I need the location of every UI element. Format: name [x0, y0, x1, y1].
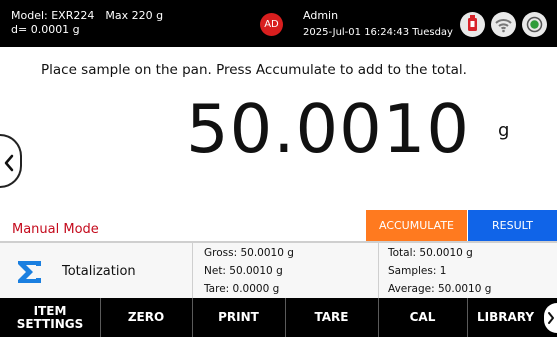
library-button[interactable]: LIBRARY [467, 298, 544, 337]
print-button[interactable]: PRINT [192, 298, 285, 337]
instruction-text: Place sample on the pan. Press Accumulat… [41, 62, 467, 78]
user-info: Admin 2025-Jul-01 16:24:43 Tuesday [303, 9, 453, 40]
left-panel-toggle[interactable] [0, 134, 22, 188]
totals-column: Total: 50.0010 g Samples: 1 Average: 50.… [388, 244, 491, 298]
totalization-label: Totalization [62, 264, 136, 279]
item-settings-label-line2: SETTINGS [16, 316, 84, 331]
total-value: Total: 50.0010 g [388, 247, 473, 259]
tare-button[interactable]: TARE [285, 298, 378, 337]
mode-label: Manual Mode [12, 222, 99, 237]
wifi-icon[interactable] [491, 12, 516, 37]
avatar[interactable]: AD [260, 13, 283, 36]
status-bar: Model: EXR224 Max 220 g d= 0.0001 g AD Ad… [0, 0, 557, 47]
cal-button[interactable]: CAL [378, 298, 467, 337]
divider [192, 243, 193, 298]
user-name: Admin [303, 9, 339, 22]
result-button[interactable]: RESULT [468, 210, 557, 241]
max-capacity-label: Max 220 g [105, 9, 164, 22]
average-value: Average: 50.0010 g [388, 283, 492, 295]
target-icon[interactable] [522, 12, 547, 37]
balance-screen: Model: EXR224 Max 220 g d= 0.0001 g AD Ad… [0, 0, 557, 337]
accumulate-button[interactable]: ACCUMULATE [366, 210, 467, 241]
chevron-left-icon [4, 154, 14, 172]
readability-label: d= 0.0001 g [11, 23, 80, 36]
weights-column: Gross: 50.0010 g Net: 50.0010 g Tare: 0.… [204, 244, 294, 298]
weight-unit: g [498, 120, 510, 141]
gross-value: Gross: 50.0010 g [204, 247, 294, 259]
samples-value: Samples: 1 [388, 265, 447, 277]
model-info: Model: EXR224 Max 220 g d= 0.0001 g [11, 9, 163, 37]
tare-value: Tare: 0.0000 g [204, 283, 280, 295]
divider [378, 243, 379, 298]
weight-display: 50.0010 [186, 90, 471, 168]
item-settings-button[interactable]: ITEM SETTINGS [0, 298, 100, 337]
datetime-label: 2025-Jul-01 16:24:43 Tuesday [303, 27, 453, 38]
usb-icon[interactable] [460, 12, 485, 37]
zero-button[interactable]: ZERO [100, 298, 192, 337]
net-value: Net: 50.0010 g [204, 265, 283, 277]
model-label: Model: EXR224 [11, 9, 95, 22]
item-settings-label-line1: ITEM [33, 303, 67, 318]
sigma-icon [18, 261, 41, 283]
chevron-right-icon [548, 312, 554, 324]
